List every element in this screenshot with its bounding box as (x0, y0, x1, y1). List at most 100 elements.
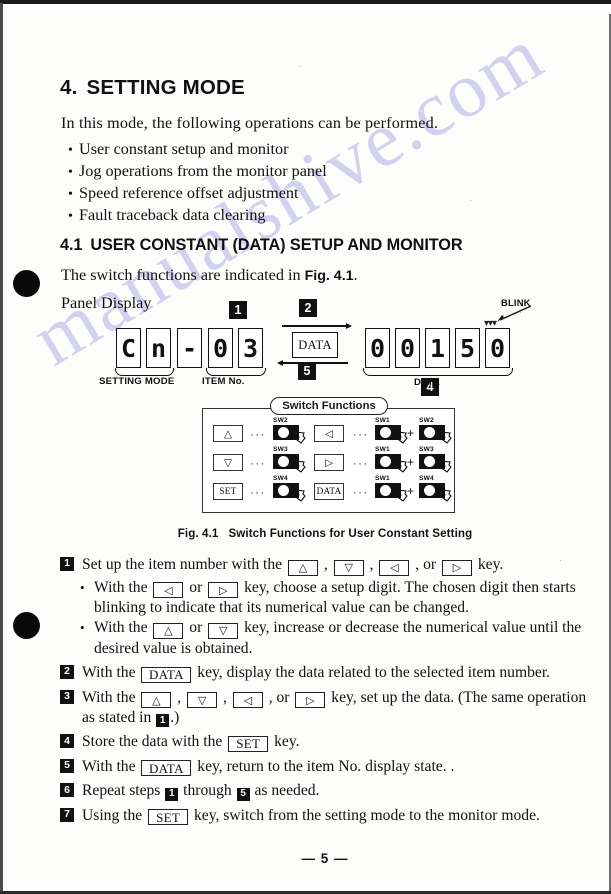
switch-row-1-mid-key: ◁ (314, 425, 344, 442)
section-title: USER CONSTANT (DATA) SETUP AND MONITOR (90, 236, 463, 254)
step-6-ref-from: 1 (165, 787, 179, 801)
figure-reference: Fig. 4.1 (304, 268, 354, 284)
switch-knob (380, 427, 391, 439)
list-item: Fault traceback data clearing (68, 206, 327, 227)
step-1: 1 Set up the item number with the △ , ▽ ,… (60, 555, 592, 576)
page-number: — 5 — (301, 851, 349, 866)
key-down-icon[interactable]: ▽ (187, 692, 218, 709)
key-down-icon[interactable]: ▽ (333, 559, 364, 576)
key-up-icon[interactable]: △ (141, 692, 172, 709)
section-intro-pre: The switch functions are indicated in (61, 266, 305, 284)
caption-item-no: ITEM No. (202, 376, 245, 387)
chapter-number: 4. (60, 76, 78, 99)
switch-row-1-mid-dots: ··· (353, 429, 369, 441)
step-marker-7: 7 (60, 807, 74, 822)
arrow-forward-line (282, 325, 348, 327)
step-5-text-b: key, return to the item No. display stat… (193, 757, 455, 775)
step-marker-3: 3 (60, 689, 74, 704)
caption-setting-mode: SETTING MODE (99, 376, 175, 387)
feature-bullet-list: User constant setup and monitor Jog oper… (68, 140, 327, 228)
finger-icon (439, 431, 452, 444)
switch-row-3-left-key: SET (213, 483, 243, 500)
step-6-text-b: through (179, 782, 236, 800)
data-key[interactable]: DATA (141, 760, 192, 777)
step-6: 6 Repeat steps 1 through 5 as needed. (60, 781, 592, 801)
page-content: 4. SETTING MODE In this mode, the followi… (60, 0, 590, 894)
step-5: 5 With the DATA key, return to the item N… (60, 757, 592, 777)
step-4: 4 Store the data with the SET key. (60, 732, 592, 752)
figure-caption-text: Switch Functions for User Constant Setti… (228, 527, 473, 540)
set-key[interactable]: SET (148, 809, 189, 826)
key-left-icon[interactable]: ◁ (153, 582, 184, 598)
step-1-sub-b-mid: or (185, 619, 207, 637)
arrow-forward-head (346, 322, 352, 329)
step-marker-5: 5 (60, 758, 74, 773)
set-key[interactable]: SET (228, 735, 269, 752)
key-right-icon[interactable]: ▷ (208, 582, 239, 598)
switch-row-3-mid-key: DATA (314, 483, 344, 500)
switch-row-2-mid-dots: ··· (353, 458, 369, 470)
key-left-icon[interactable]: ◁ (232, 692, 263, 709)
step-4-text-b: key. (270, 733, 300, 751)
step-7-text-b: key, switch from the setting mode to the… (190, 806, 540, 824)
step-4-text-a: Store the data with the (82, 733, 227, 751)
document-page: manualshive.com 4. SETTING MODE In this m… (0, 0, 611, 894)
key-up-icon[interactable]: △ (287, 559, 318, 576)
switch-knob (424, 485, 435, 497)
intro-paragraph: In this mode, the following operations c… (61, 114, 439, 132)
step-3-sep-2: , (219, 688, 231, 706)
switch-row-3-sw-tag-b: SW1 (375, 475, 390, 482)
switch-knob (424, 427, 435, 439)
key-right-icon[interactable]: ▷ (441, 559, 472, 576)
step-1-sep-2: , (365, 556, 378, 573)
step-3-text-a: With the (82, 688, 140, 706)
figure-4-1: 1 2 5 4 C n - 0 3 SETTING MODE ITEM No. … (60, 296, 590, 542)
finger-icon (293, 460, 306, 473)
seg-digit-left-3: - (177, 328, 202, 368)
scan-left-edge (0, 3, 3, 894)
step-marker-1-figure: 1 (229, 301, 247, 319)
step-3-sep-3: , or (264, 688, 294, 706)
figure-caption: Fig. 4.1 Switch Functions for User Consta… (60, 527, 590, 540)
step-6-ref-to: 5 (236, 787, 250, 801)
switch-knob (278, 485, 289, 497)
step-6-text-a: Repeat steps (82, 782, 165, 800)
key-up-icon[interactable]: △ (153, 622, 184, 639)
section-intro-post: . (353, 266, 358, 284)
key-right-icon[interactable]: ▷ (295, 692, 326, 709)
step-marker-2-figure: 2 (299, 299, 317, 317)
list-item: Speed reference offset adjustment (68, 184, 327, 205)
caption-blink: BLINK (501, 297, 531, 308)
figure-caption-label: Fig. 4.1 (177, 527, 219, 540)
switch-row-2-left-dots: ··· (250, 458, 266, 470)
finger-icon (293, 489, 306, 502)
key-left-icon[interactable]: ◁ (379, 559, 410, 576)
switch-knob (380, 485, 391, 497)
section-number: 4.1 (60, 236, 83, 254)
seg-digit-right-4: 5 (455, 328, 480, 368)
seg-digit-right-2: 0 (395, 328, 420, 368)
step-marker-6: 6 (60, 783, 74, 798)
brace-setting-mode (115, 368, 174, 376)
step-7-text-a: Using the (82, 806, 147, 824)
step-marker-5-figure: 5 (298, 362, 316, 380)
key-down-icon[interactable]: ▽ (208, 622, 239, 639)
data-key[interactable]: DATA (141, 666, 192, 683)
step-5-text-a: With the (82, 757, 140, 775)
step-marker-1: 1 (60, 557, 74, 571)
switch-row-3-sw-tag-c: SW4 (419, 475, 434, 482)
list-item: User constant setup and monitor (68, 140, 327, 161)
arrow-back-line (282, 362, 348, 364)
step-2: 2 With the DATA key, display the data rel… (60, 663, 592, 683)
step-7: 7 Using the SET key, switch from the sett… (60, 806, 592, 826)
step-3-sep-1: , (173, 688, 186, 706)
seg-digit-right-5: 0 (485, 328, 510, 368)
step-2-text-b: key, display the data related to the sel… (193, 664, 551, 682)
switch-row-1-sw-tag-b: SW1 (375, 417, 390, 424)
step-6-text-c: as needed. (250, 782, 320, 800)
seg-digit-left-4: 0 (208, 328, 233, 368)
switch-row-3-left-dots: ··· (250, 487, 266, 499)
step-2-text-a: With the (82, 664, 140, 682)
step-1-sub-a-text-1: With the (94, 578, 152, 596)
switch-row-2-left-key: ▽ (213, 454, 243, 471)
